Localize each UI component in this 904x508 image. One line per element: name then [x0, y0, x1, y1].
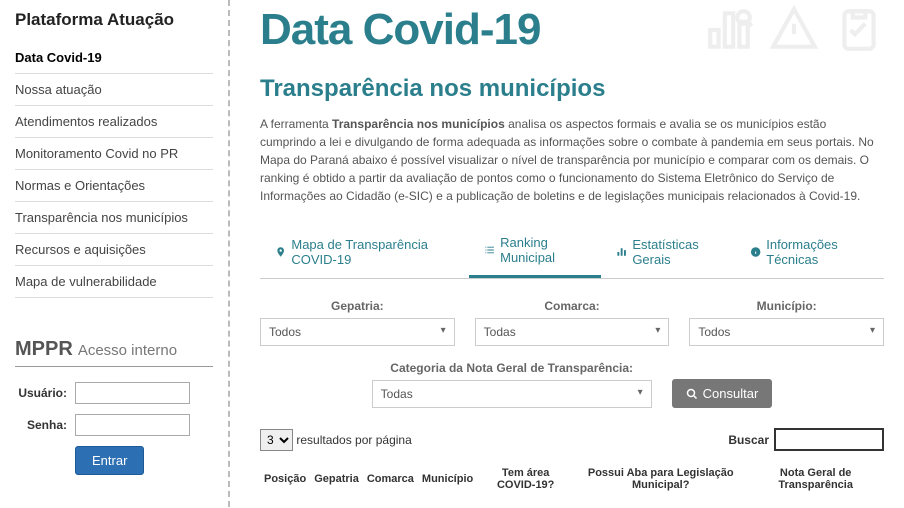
- sidebar-item-recursos[interactable]: Recursos e aquisições: [15, 234, 213, 266]
- bar-chart-icon: [616, 245, 627, 259]
- sidebar-title: Plataforma Atuação: [15, 10, 213, 30]
- comarca-select[interactable]: Todas: [475, 318, 670, 346]
- user-input[interactable]: [75, 382, 190, 404]
- sidebar-item-normas[interactable]: Normas e Orientações: [15, 170, 213, 202]
- pin-icon: [275, 245, 286, 259]
- th-aba-legislacao[interactable]: Possui Aba para Legislação Municipal?: [574, 461, 747, 497]
- mppr-logo-text: MPPR: [15, 338, 73, 360]
- th-posicao[interactable]: Posição: [260, 461, 310, 497]
- th-nota-geral[interactable]: Nota Geral de Transparência: [747, 461, 884, 497]
- search-label: Buscar: [728, 433, 769, 447]
- consultar-button[interactable]: Consultar: [672, 379, 773, 408]
- search-box: Buscar: [728, 428, 884, 451]
- tab-estatisticas[interactable]: Estatísticas Gerais: [601, 225, 735, 278]
- th-gepatria[interactable]: Gepatria: [310, 461, 363, 497]
- main-content: Data Covid-19 Transparência nos municípi…: [230, 0, 904, 507]
- municipio-select[interactable]: Todos: [689, 318, 884, 346]
- comarca-label: Comarca:: [475, 299, 670, 313]
- sidebar: Plataforma Atuação Data Covid-19 Nossa a…: [0, 0, 230, 507]
- page-title: Transparência nos municípios: [260, 75, 884, 103]
- filter-municipio: Município: Todos: [689, 299, 884, 346]
- ranking-table: Posição Gepatria Comarca Município Tem á…: [260, 461, 884, 497]
- tab-ranking[interactable]: Ranking Municipal: [469, 225, 601, 278]
- th-comarca[interactable]: Comarca: [363, 461, 418, 497]
- filter-comarca: Comarca: Todas: [475, 299, 670, 346]
- gepatria-label: Gepatria:: [260, 299, 455, 313]
- page-description: A ferramenta Transparência nos município…: [260, 115, 884, 205]
- tab-mapa[interactable]: Mapa de Transparência COVID-19: [260, 225, 469, 278]
- filter-row-1: Gepatria: Todos Comarca: Todas Município…: [260, 299, 884, 346]
- warning-icon: [769, 5, 819, 55]
- categoria-label: Categoria da Nota Geral de Transparência…: [372, 361, 652, 375]
- categoria-select[interactable]: Todas: [372, 380, 652, 408]
- filter-categoria: Categoria da Nota Geral de Transparência…: [372, 361, 652, 408]
- municipio-label: Município:: [689, 299, 884, 313]
- search-icon: [686, 388, 698, 400]
- th-municipio[interactable]: Município: [418, 461, 477, 497]
- sidebar-item-mapa[interactable]: Mapa de vulnerabilidade: [15, 266, 213, 298]
- filter-gepatria: Gepatria: Todos: [260, 299, 455, 346]
- user-label: Usuário:: [15, 386, 75, 400]
- sidebar-item-data-covid[interactable]: Data Covid-19: [15, 42, 213, 74]
- sidebar-item-transparencia[interactable]: Transparência nos municípios: [15, 202, 213, 234]
- login-button[interactable]: Entrar: [75, 446, 144, 475]
- chart-search-icon: [704, 5, 754, 55]
- tab-informacoes[interactable]: Informações Técnicas: [735, 225, 884, 278]
- tabs: Mapa de Transparência COVID-19 Ranking M…: [260, 225, 884, 279]
- search-input[interactable]: [774, 428, 884, 451]
- acesso-interno-text: Acesso interno: [78, 342, 177, 359]
- per-page-select[interactable]: 3: [260, 429, 293, 451]
- sidebar-item-monitoramento[interactable]: Monitoramento Covid no PR: [15, 138, 213, 170]
- gepatria-select[interactable]: Todos: [260, 318, 455, 346]
- per-page-control: 3 resultados por página: [260, 429, 412, 451]
- bg-decorative-icons: [704, 5, 884, 55]
- login-logo: MPPR Acesso interno: [15, 338, 213, 367]
- filter-row-2: Categoria da Nota Geral de Transparência…: [260, 361, 884, 408]
- per-page-label: resultados por página: [296, 433, 411, 447]
- info-icon: [750, 245, 761, 259]
- logo-area: Data Covid-19: [260, 5, 884, 55]
- login-box: MPPR Acesso interno Usuário: Senha: Entr…: [15, 328, 213, 485]
- table-controls: 3 resultados por página Buscar: [260, 428, 884, 451]
- list-icon: [484, 243, 495, 257]
- sidebar-item-nossa-atuacao[interactable]: Nossa atuação: [15, 74, 213, 106]
- sidebar-item-atendimentos[interactable]: Atendimentos realizados: [15, 106, 213, 138]
- clipboard-check-icon: [834, 5, 884, 55]
- pass-label: Senha:: [15, 418, 75, 432]
- pass-input[interactable]: [75, 414, 190, 436]
- th-area-covid[interactable]: Tem área COVID-19?: [477, 461, 574, 497]
